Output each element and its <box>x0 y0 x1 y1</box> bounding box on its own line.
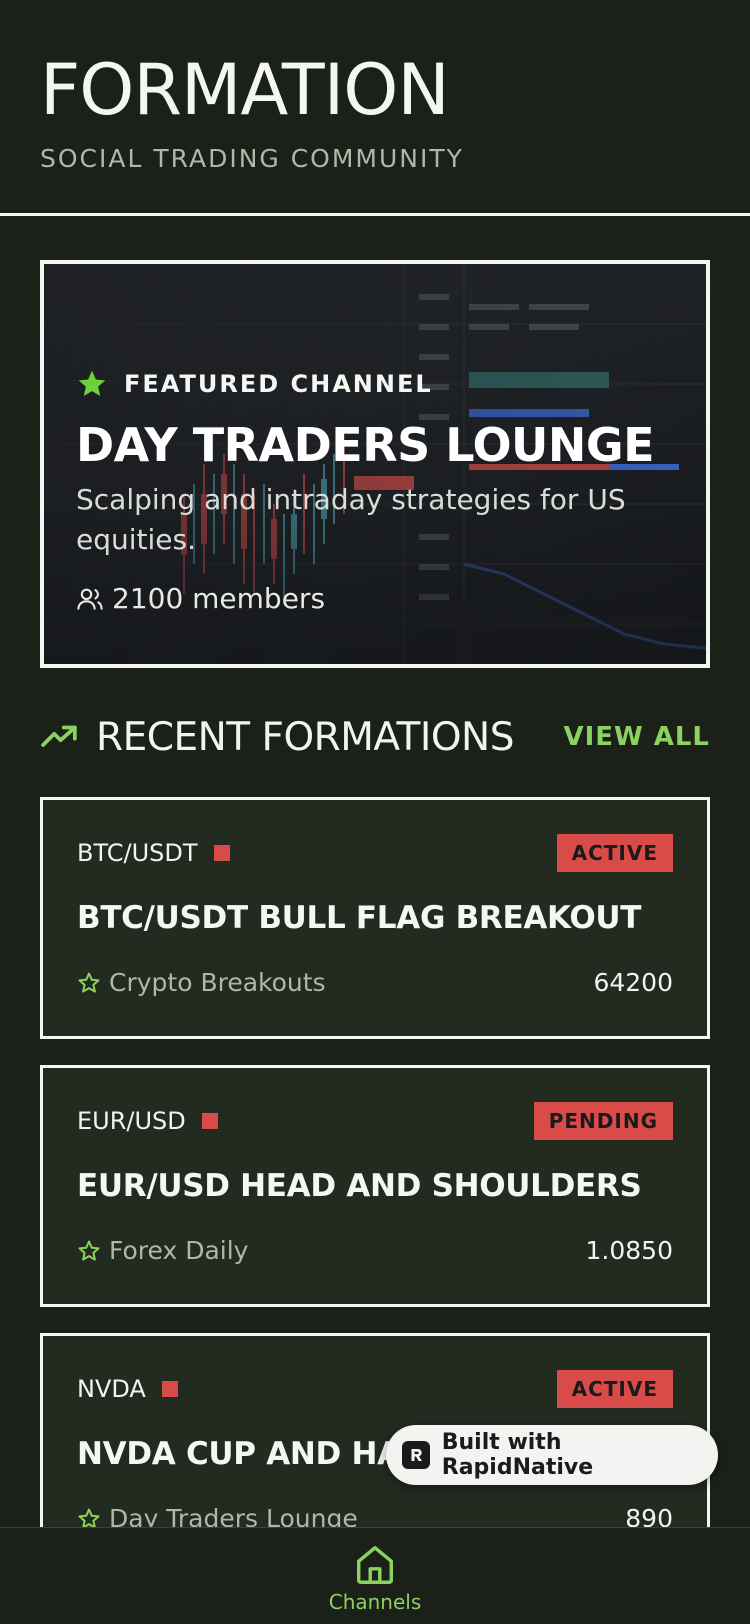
app-tagline: SOCIAL TRADING COMMUNITY <box>40 144 464 173</box>
section-title-group: RECENT FORMATIONS <box>40 714 515 760</box>
featured-label: FEATURED CHANNEL <box>124 370 433 398</box>
app-header: FORMATION SOCIAL TRADING COMMUNITY <box>0 0 750 216</box>
nav-item-channels[interactable]: Channels <box>329 1590 422 1614</box>
featured-label-row: FEATURED CHANNEL <box>76 368 676 400</box>
app-root: FORMATION SOCIAL TRADING COMMUNITY FEATU… <box>0 0 750 1624</box>
recent-formations-header: RECENT FORMATIONS VIEW ALL <box>40 712 710 762</box>
featured-channel-card[interactable]: FEATURED CHANNEL DAY TRADERS LOUNGE Scal… <box>40 260 710 668</box>
home-icon[interactable] <box>352 1542 398 1588</box>
status-square-icon <box>161 1381 178 1397</box>
status-badge: ACTIVE <box>556 1370 673 1408</box>
formation-card-header: NVDA ACTIVE <box>77 1370 673 1408</box>
formation-card-footer: Crypto Breakouts 64200 <box>77 968 673 997</box>
status-square-icon <box>201 1113 218 1129</box>
formation-title: BTC/USDT BULL FLAG BREAKOUT <box>77 900 642 936</box>
view-all-link[interactable]: VIEW ALL <box>563 722 710 752</box>
built-with-rapidnative-badge[interactable]: Built with RapidNative <box>386 1425 718 1485</box>
formation-pair: NVDA <box>77 1375 178 1403</box>
featured-members-count: 2100 members <box>112 582 326 615</box>
app-title: FORMATION <box>40 49 450 131</box>
star-filled-icon <box>78 370 106 396</box>
formation-pair: EUR/USD <box>77 1107 218 1135</box>
formation-channel-name: Forex Daily <box>109 1236 249 1265</box>
formation-pair-label: NVDA <box>77 1375 146 1403</box>
formation-card[interactable]: BTC/USDT ACTIVE BTC/USDT BULL FLAG BREAK… <box>40 797 710 1039</box>
formation-pair-label: EUR/USD <box>77 1107 186 1135</box>
formation-card-header: EUR/USD PENDING <box>77 1102 673 1140</box>
formation-pair: BTC/USDT <box>77 839 230 867</box>
formation-price: 1.0850 <box>585 1236 673 1265</box>
trending-up-icon <box>41 725 77 747</box>
built-with-label: Built with RapidNative <box>441 1430 594 1480</box>
featured-description: Scalping and intraday strategies for US … <box>76 483 626 556</box>
formation-card-footer: Forex Daily 1.0850 <box>77 1236 673 1265</box>
section-title: RECENT FORMATIONS <box>96 714 515 760</box>
featured-content: FEATURED CHANNEL DAY TRADERS LOUNGE Scal… <box>76 368 676 615</box>
formation-pair-label: BTC/USDT <box>77 839 198 867</box>
featured-members-row: 2100 members <box>76 582 676 615</box>
formation-channel: Crypto Breakouts <box>77 968 326 997</box>
formation-title: EUR/USD HEAD AND SHOULDERS <box>77 1168 642 1204</box>
star-outline-icon <box>78 1240 100 1261</box>
status-square-icon <box>213 845 230 861</box>
users-icon <box>77 588 103 610</box>
formation-channel: Forex Daily <box>77 1236 248 1265</box>
bottom-navigation: Channels <box>0 1527 750 1624</box>
status-badge: ACTIVE <box>556 834 673 872</box>
star-outline-icon <box>78 972 100 993</box>
status-badge: PENDING <box>533 1102 673 1140</box>
formation-channel-name: Crypto Breakouts <box>109 968 326 997</box>
formation-card-header: BTC/USDT ACTIVE <box>77 834 673 872</box>
formation-card[interactable]: EUR/USD PENDING EUR/USD HEAD AND SHOULDE… <box>40 1065 710 1307</box>
rapidnative-logo-icon <box>402 1441 430 1469</box>
formation-price: 64200 <box>593 968 673 997</box>
featured-title: DAY TRADERS LOUNGE <box>76 418 655 472</box>
